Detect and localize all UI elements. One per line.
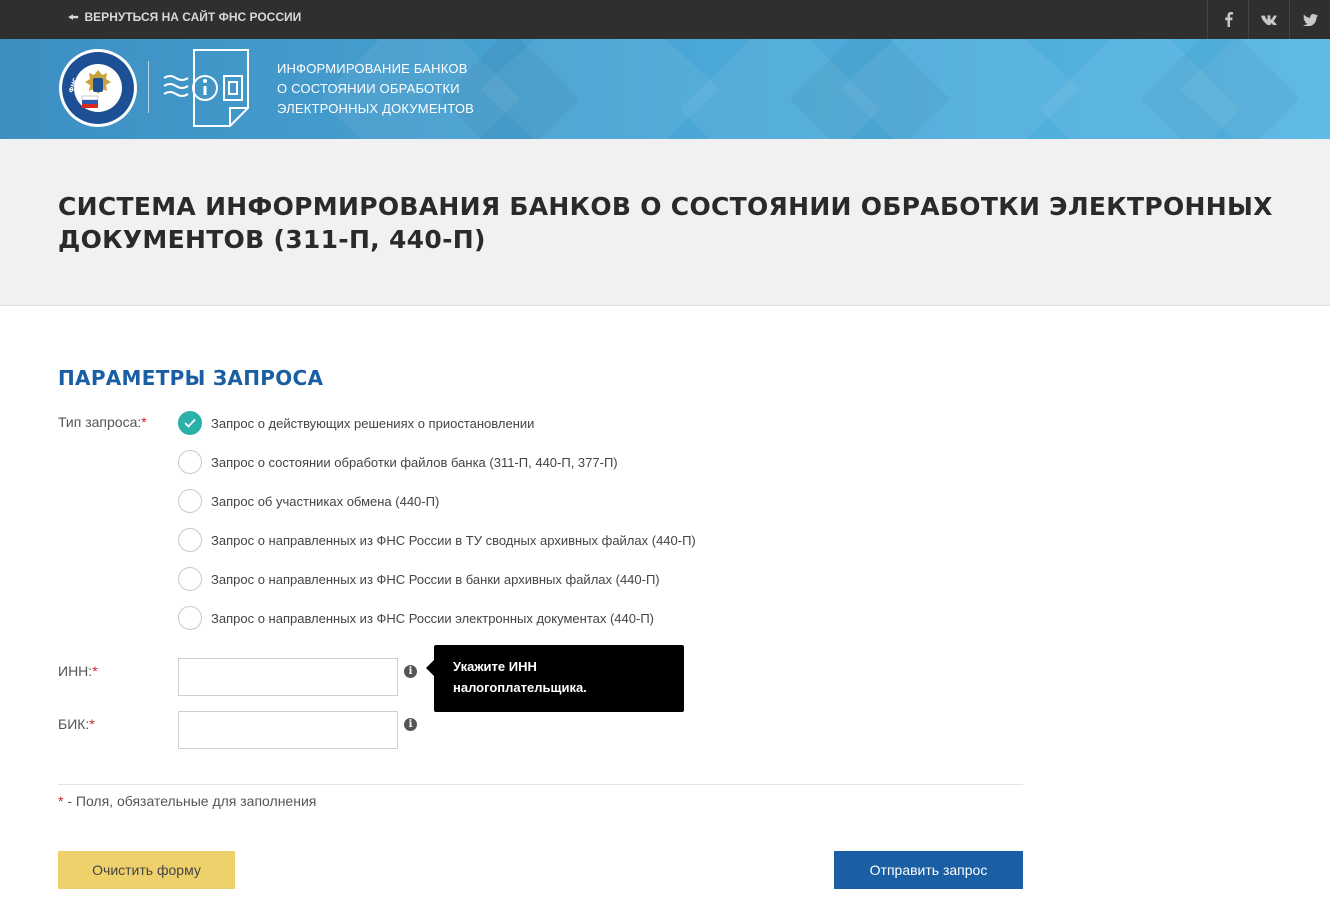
twitter-button[interactable] — [1289, 0, 1330, 39]
required-mark: * — [92, 663, 98, 679]
radio-label: Запрос о направленных из ФНС России в ТУ… — [211, 532, 696, 548]
required-mark: * — [89, 716, 95, 732]
radio-label: Запрос о действующих решениях о приостан… — [211, 415, 535, 431]
radio-option-electronic-documents[interactable]: Запрос о направленных из ФНС России элек… — [178, 606, 654, 630]
arrow-left-icon: 🠘 — [68, 10, 79, 24]
required-mark: * — [141, 414, 147, 430]
twitter-icon — [1302, 13, 1318, 26]
back-link-label: ВЕРНУТЬСЯ НА САЙТ ФНС РОССИИ — [84, 10, 302, 24]
header-banner: ФНС ИНФОРМИРОВАНИЕ БАНКОВ О СОСТОЯНИИ ОБ… — [0, 39, 1330, 139]
banner-line-3: ЭЛЕКТРОННЫХ ДОКУМЕНТОВ — [277, 101, 475, 116]
form-divider — [58, 784, 1023, 785]
facebook-button[interactable] — [1207, 0, 1248, 39]
clear-form-button[interactable]: Очистить форму — [58, 851, 235, 889]
radio-unchecked-icon[interactable] — [178, 528, 202, 552]
inn-input[interactable] — [178, 658, 398, 696]
required-note-text: - Поля, обязательные для заполнения — [63, 793, 317, 809]
required-fields-note: * - Поля, обязательные для заполнения — [58, 793, 316, 809]
tooltip-line-2: налогоплательщика. — [453, 680, 587, 695]
inn-info-icon[interactable]: i — [404, 665, 417, 678]
document-info-icon — [163, 49, 249, 127]
inn-label-text: ИНН: — [58, 663, 93, 679]
bik-label: БИК:* — [58, 716, 95, 732]
request-type-label-text: Тип запроса: — [58, 414, 142, 430]
radio-option-active-decisions[interactable]: Запрос о действующих решениях о приостан… — [178, 411, 534, 435]
radio-unchecked-icon[interactable] — [178, 606, 202, 630]
radio-label: Запрос о состоянии обработки файлов банк… — [211, 454, 618, 470]
fns-emblem-logo[interactable]: ФНС — [58, 48, 138, 128]
logo-divider — [148, 61, 149, 113]
banner-line-2: О СОСТОЯНИИ ОБРАБОТКИ — [277, 81, 460, 96]
social-links — [1207, 0, 1330, 39]
tooltip-arrow — [426, 660, 434, 676]
facebook-icon — [1224, 12, 1233, 27]
radio-option-file-processing[interactable]: Запрос о состоянии обработки файлов банк… — [178, 450, 618, 474]
vk-button[interactable] — [1248, 0, 1289, 39]
radio-option-tu-archive-files[interactable]: Запрос о направленных из ФНС России в ТУ… — [178, 528, 696, 552]
radio-label: Запрос о направленных из ФНС России элек… — [211, 610, 654, 626]
top-bar: 🠘 ВЕРНУТЬСЯ НА САЙТ ФНС РОССИИ — [0, 0, 1330, 39]
page-title: СИСТЕМА ИНФОРМИРОВАНИЯ БАНКОВ О СОСТОЯНИ… — [58, 192, 1273, 254]
tooltip-line-1: Укажите ИНН — [453, 659, 537, 674]
bik-label-text: БИК: — [58, 716, 90, 732]
banner-title: ИНФОРМИРОВАНИЕ БАНКОВ О СОСТОЯНИИ ОБРАБО… — [277, 59, 474, 119]
bik-info-icon[interactable]: i — [404, 718, 417, 731]
banner-line-1: ИНФОРМИРОВАНИЕ БАНКОВ — [277, 61, 468, 76]
radio-option-bank-archive-files[interactable]: Запрос о направленных из ФНС России в ба… — [178, 567, 660, 591]
inn-tooltip: Укажите ИНН налогоплательщика. — [426, 645, 684, 712]
radio-checked-icon[interactable] — [178, 411, 202, 435]
radio-unchecked-icon[interactable] — [178, 567, 202, 591]
radio-label: Запрос об участниках обмена (440-П) — [211, 493, 440, 509]
inn-label: ИНН:* — [58, 663, 98, 679]
back-to-fns-link[interactable]: 🠘 ВЕРНУТЬСЯ НА САЙТ ФНС РОССИИ — [68, 10, 301, 24]
vk-icon — [1260, 14, 1277, 25]
request-type-label: Тип запроса:* — [58, 414, 147, 430]
radio-unchecked-icon[interactable] — [178, 450, 202, 474]
radio-unchecked-icon[interactable] — [178, 489, 202, 513]
radio-option-exchange-participants[interactable]: Запрос об участниках обмена (440-П) — [178, 489, 439, 513]
radio-label: Запрос о направленных из ФНС России в ба… — [211, 571, 660, 587]
title-band: СИСТЕМА ИНФОРМИРОВАНИЯ БАНКОВ О СОСТОЯНИ… — [0, 139, 1330, 306]
bik-input[interactable] — [178, 711, 398, 749]
submit-request-button[interactable]: Отправить запрос — [834, 851, 1023, 889]
section-title: ПАРАМЕТРЫ ЗАПРОСА — [58, 366, 324, 390]
